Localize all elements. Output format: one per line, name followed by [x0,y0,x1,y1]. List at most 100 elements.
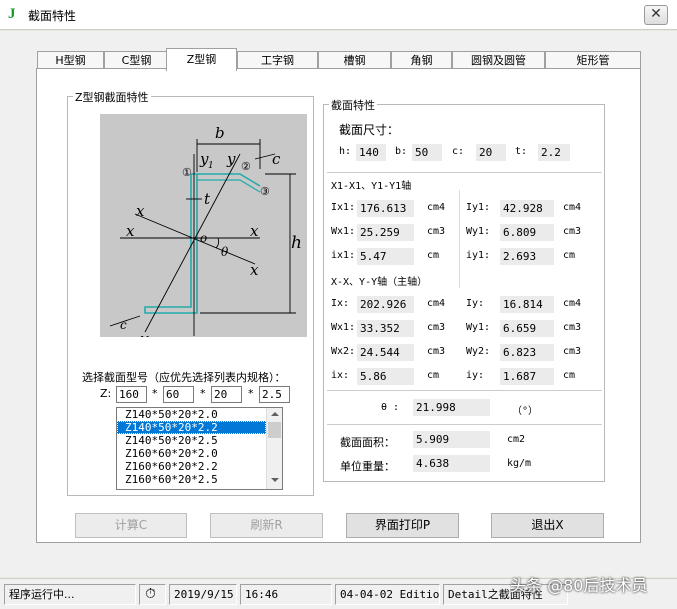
scroll-down-icon[interactable] [271,478,279,482]
diagram-label-c-bottom: c [120,318,127,332]
list-item[interactable]: Z160*60*20*2.2 [117,460,282,473]
window-title: 截面特性 [28,9,77,23]
axis1-heading: X1-X1、Y1-Y1轴 [331,181,412,192]
properties-group-title: 截面特性 [329,97,377,113]
diagram-label-x: x [136,202,145,220]
diagram-marker-1: ① [182,166,192,179]
b-input[interactable]: 60 [163,386,194,403]
axis2-unit: cm3 [427,322,446,333]
axis2-value: 33.352 [357,320,414,337]
diagram-sub-y1: 1 [208,161,214,171]
axis1-label: Iy1: [466,202,491,213]
axis1-label: ix1: [331,250,356,261]
theta-value: 21.998 [413,399,490,416]
size-c-value: 20 [476,144,506,161]
list-item[interactable]: Z140*50*20*2.5 [117,434,282,447]
theta-label: θ : [381,402,400,413]
axis1-value: 176.613 [357,200,414,217]
diagram-label-y-bottom: y [139,330,149,337]
axis1-value: 25.259 [357,224,414,241]
axis2-label: Ix: [331,298,350,309]
axis2-unit: cm3 [427,346,446,357]
size-c-label: c: [452,146,465,157]
z-section-diagram: b y 1 y c t x x x o θ x h y y c ① ② ③ [100,114,307,350]
diagram-label-x1-right: x [250,222,259,240]
list-item[interactable]: Z160*60*20*2.5 [117,473,282,486]
size-h-label: h: [339,146,352,157]
star-2: * [200,387,206,400]
refresh-button[interactable]: 刷新R [210,513,323,538]
section-list[interactable]: Z140*50*20*2.0 Z140*50*20*2.2 Z140*50*20… [116,407,283,490]
axis1-value: 5.47 [357,248,414,265]
axis2-unit: cm [563,370,576,381]
axis2-label: Iy: [466,298,485,309]
size-b-value: 50 [412,144,442,161]
size-t-label: t: [515,146,528,157]
axis2-label: Wx2: [331,346,356,357]
axis2-value: 24.544 [357,344,414,361]
t-input[interactable]: 2.5 [259,386,290,403]
c-input[interactable]: 20 [211,386,242,403]
axis2-unit: cm4 [427,298,446,309]
axis2-value: 5.86 [357,368,414,385]
diagram-label-y: y [226,150,236,168]
axis2-label: Wy1: [466,322,491,333]
axis1-unit: cm3 [427,226,446,237]
area-label: 截面面积： [340,436,395,449]
app-icon: J [8,6,16,22]
weight-unit: kg/m [507,458,532,469]
list-item[interactable]: Z160*60*20*2.0 [117,447,282,460]
h-input[interactable]: 160 [116,386,147,403]
axis1-unit: cm4 [427,202,446,213]
list-scrollbar[interactable] [266,408,282,489]
weight-label: 单位重量： [340,460,395,473]
divider [327,390,602,391]
axis2-unit: cm3 [563,346,582,357]
area-value: 5.909 [413,431,490,448]
diagram-marker-3: ③ [260,185,270,198]
axis2-value: 1.687 [500,368,554,385]
close-button[interactable]: ✕ [644,5,668,25]
scroll-thumb[interactable] [268,422,281,438]
diagram-marker-2: ② [241,160,251,173]
axis2-label: Wx1: [331,322,356,333]
z-section-group-title: Z型钢截面特性 [73,89,151,105]
axis1-label: iy1: [466,250,491,261]
status-edition: 04-04-02 Edition [335,584,440,605]
divider [327,424,602,425]
watermark: 头条 @80后技术员 [510,576,648,595]
print-button[interactable]: 界面打印P [346,513,459,538]
status-date: 2019/9/15 [169,584,237,605]
diagram-label-t: t [204,190,211,208]
calculate-button[interactable]: 计算C [75,513,187,538]
star-3: * [248,387,254,400]
axis2-value: 202.926 [357,296,414,313]
axis2-heading: X-X、Y-Y轴（主轴） [331,277,428,288]
axis1-label: Wy1: [466,226,491,237]
axis2-label: iy: [466,370,485,381]
clock-icon: ⏱ [139,584,166,605]
size-h-value: 140 [356,144,386,161]
list-item[interactable]: Z140*50*20*2.0 [117,408,282,421]
axis2-unit: cm3 [563,322,582,333]
axis1-unit: cm4 [563,202,582,213]
axis2-value: 6.823 [500,344,554,361]
list-item-selected[interactable]: Z140*50*20*2.2 [117,421,266,434]
axis1-value: 42.928 [500,200,554,217]
status-time: 16:46 [240,584,332,605]
area-unit: cm2 [507,434,526,445]
exit-button[interactable]: 退出X [491,513,604,538]
axis1-unit: cm [427,250,440,261]
scroll-up-icon[interactable] [271,412,279,416]
star-1: * [152,387,158,400]
diagram-label-h: h [291,233,302,253]
diagram-label-x1-left: x [126,222,135,240]
axis1-value: 2.693 [500,248,554,265]
axis1-unit: cm [563,250,576,261]
size-b-label: b: [395,146,408,157]
diagram-label-o: o [200,231,207,245]
divider [459,190,460,288]
title-bar [0,0,677,30]
tab-z-steel[interactable]: Z型钢 [166,48,237,71]
axis2-unit: cm4 [563,298,582,309]
